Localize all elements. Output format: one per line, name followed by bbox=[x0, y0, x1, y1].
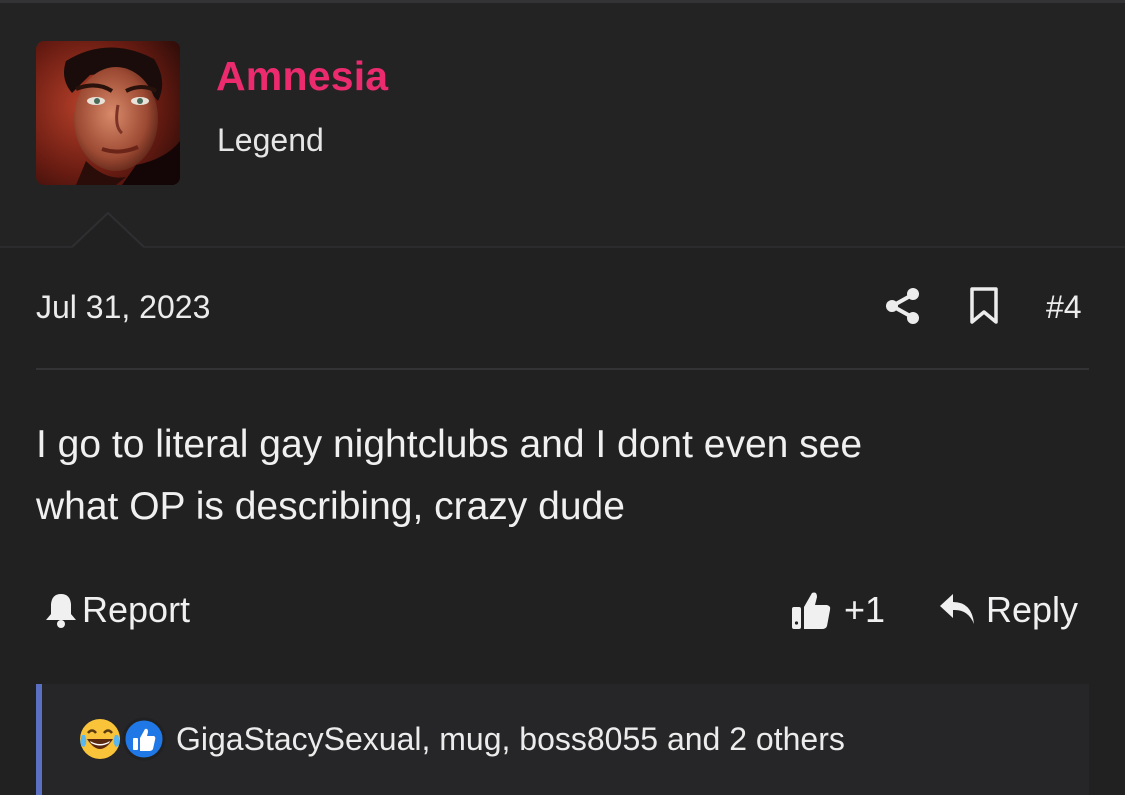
reply-arrow-icon bbox=[940, 594, 974, 624]
like-count: +1 bbox=[844, 589, 886, 630]
user-title: Legend bbox=[217, 122, 324, 158]
reply-label: Reply bbox=[986, 589, 1079, 630]
post-body-line: I go to literal gay nightclubs and I don… bbox=[36, 423, 863, 466]
avatar[interactable] bbox=[36, 41, 180, 185]
share-icon bbox=[886, 288, 919, 324]
post-body: I go to literal gay nightclubs and I don… bbox=[36, 414, 1086, 538]
bookmark-icon bbox=[970, 287, 998, 324]
reaction-summary[interactable]: GigaStacySexual, mug, boss8055 and 2 oth… bbox=[176, 721, 845, 758]
bookmark-button[interactable] bbox=[966, 286, 1002, 326]
user-header: Amnesia Legend bbox=[0, 3, 1125, 248]
post-number[interactable]: #4 bbox=[1046, 289, 1082, 326]
like-button[interactable]: +1 bbox=[790, 586, 885, 634]
reply-button[interactable]: Reply bbox=[938, 586, 1078, 634]
post-body-line: what OP is describing, crazy dude bbox=[36, 485, 625, 528]
post-date[interactable]: Jul 31, 2023 bbox=[36, 289, 210, 326]
thumbs-up-reaction-icon bbox=[122, 717, 166, 761]
laughing-crying-emoji-icon bbox=[80, 719, 120, 759]
reaction-icons bbox=[80, 717, 166, 761]
divider bbox=[36, 368, 1089, 370]
thumbs-up-icon bbox=[792, 592, 831, 629]
header-pointer-arrow bbox=[72, 212, 144, 248]
username[interactable]: Amnesia bbox=[216, 53, 388, 100]
report-label: Report bbox=[82, 589, 191, 630]
share-button[interactable] bbox=[884, 286, 924, 326]
bell-icon bbox=[46, 594, 76, 628]
reactions-bar[interactable]: GigaStacySexual, mug, boss8055 and 2 oth… bbox=[36, 684, 1089, 795]
report-button[interactable]: Report bbox=[44, 586, 190, 634]
